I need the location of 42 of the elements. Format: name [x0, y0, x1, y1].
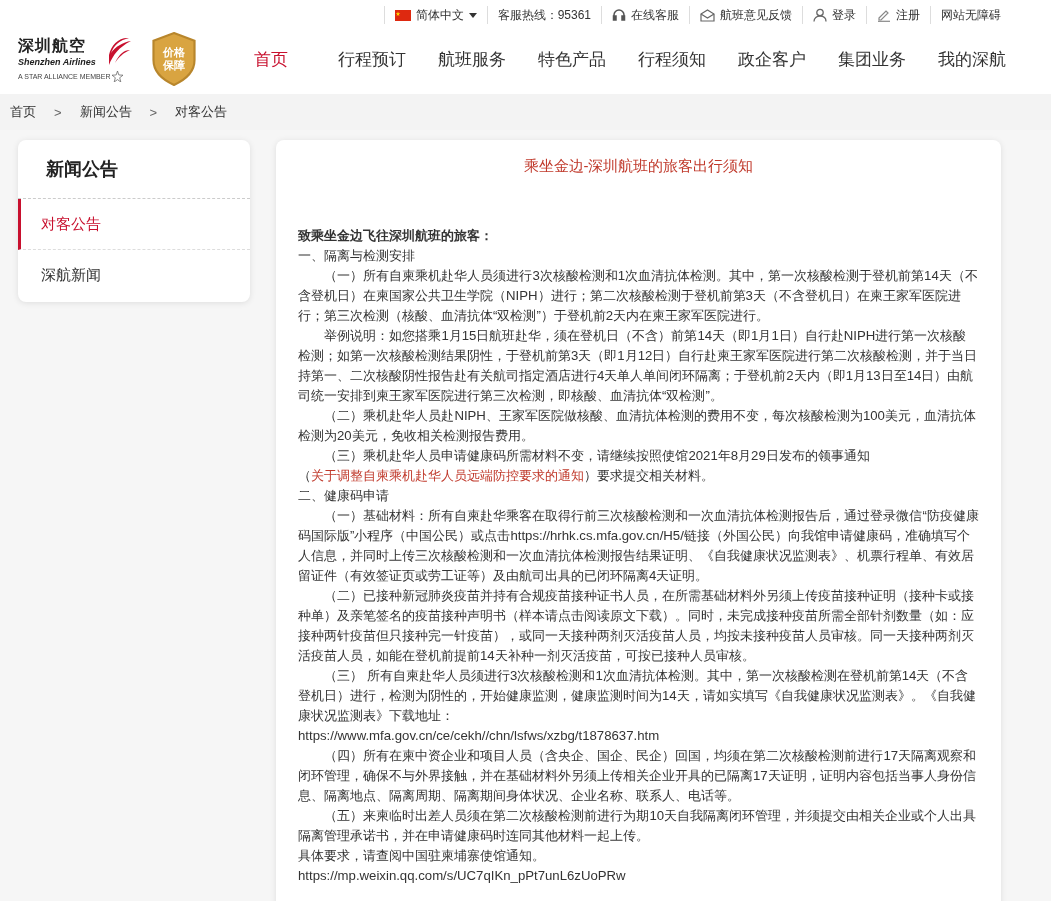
nav-tab[interactable]: 航班服务	[438, 47, 538, 71]
breadcrumb-link[interactable]: 对客公告	[175, 103, 228, 121]
caret-icon	[468, 12, 477, 18]
article-title: 乘坐金边-深圳航班的旅客出行须知	[522, 156, 755, 176]
article-paragraph: （二）已接种新冠肺炎疫苗并持有合规疫苗接种证书人员，在所需基础材料外另须上传疫苗接种证明（接种卡或接种单）及亲笔签名的疫苗接种声明书（样本请点击阅读原文下载）。同时，未完成接种疫苗所需全部针剂数量（如：应接种两针疫苗但只接种完一针疫苗），或同一天接种两剂灭活疫苗人员，均按未接种疫苗人员审核。同一天接种两剂灭活疫苗人员，如能在登机前提前14天补种一剂灭活疫苗，可按已接种人员审核。	[298, 587, 976, 665]
user-icon	[813, 8, 827, 22]
notice-link[interactable]: 关于调整自柬乘机赴华人员远端防控要求的通知	[311, 468, 584, 483]
nav-tab[interactable]: 我的深航	[938, 47, 1038, 71]
nav-tab[interactable]: 首页	[254, 47, 338, 71]
nav-tab[interactable]: 政企客户	[738, 47, 838, 71]
article-paragraph: 举例说明：如您搭乘1月15日航班赴华，须在登机日（不含）前第14天（即1月1日）自行赴NIPH进行第一次核酸检测；如第一次核酸检测结果阴性，于登机前第3天（即1月12日）自行赴柬王家军医院进行第二次核酸检测，并于当日持第一、二次核酸阴性报告赴有关航司指定酒店进行4天单人单间闭环隔离；于登机前2天内（即1月13日至14日）由航司统一安排到柬王家军医院进行第三次检测，即核酸、血清抗体“双检测”。	[298, 327, 979, 405]
article-paragraph: （五）来柬临时出差人员须在第二次核酸检测前进行为期10天自我隔离闭环管理，并须提交由相关企业或个人出具隔离管理承诺书，并在申请健康码时连同其他材料一起上传。	[298, 807, 978, 845]
nav-tab[interactable]: 行程预订	[338, 47, 438, 71]
mail-icon	[700, 8, 715, 22]
star-icon	[112, 71, 124, 82]
logo-text: 深圳航空	[18, 36, 87, 56]
section-heading: 一、隔离与检测安排	[298, 247, 416, 265]
article-paragraph: https://www.mfa.gov.cn/ce/cekh//chn/lsfws/xzbg/t1878637.htm	[298, 727, 661, 745]
breadcrumb-separator: >	[54, 104, 62, 120]
breadcrumb-link[interactable]: 首页	[10, 103, 36, 121]
nav-tab[interactable]: 特色产品	[538, 47, 638, 71]
article-paragraph: （二）乘机赴华人员赴NIPH、王家军医院做核酸、血清抗体检测的费用不变，每次核酸检测为100美元，血清抗体检测为20美元，免收相关检测报告费用。	[298, 407, 977, 445]
china-flag-icon	[394, 9, 411, 21]
section-heading: 二、健康码申请	[298, 487, 390, 505]
breadcrumb-separator: >	[149, 104, 158, 120]
logo-text: Shenzhen Airlines	[18, 57, 97, 67]
greeting-text: 致乘坐金边飞往深圳航班的旅客：	[298, 227, 494, 245]
article-paragraph: 具体要求，请查阅中国驻柬埔寨使馆通知。	[298, 847, 546, 865]
headset-icon	[612, 8, 626, 22]
article-paragraph: （一）所有自柬乘机赴华人员须进行3次核酸检测和1次血清抗体检测。其中，第一次核酸检测于登机前第14天（不含登机日）在柬国家公共卫生学院（NIPH）进行；第二次核酸检测于登机前第3天（不含登机日）在柬王家军医院进行；第三次检测（核酸、血清抗体“双检测”）于登机前2天内在柬王家军医院进行。	[298, 267, 979, 325]
sidebar-item[interactable]: 对客公告	[18, 199, 250, 250]
breadcrumb-link[interactable]: 新闻公告	[79, 103, 132, 121]
article-paragraph: （四）所有在柬中资企业和项目人员（含央企、国企、民企）回国，均须在第二次核酸检测前进行17天隔离观察和闭环管理，确保不与外界接触，并在基础材料外另须上传相关企业开具的已隔离17天证明，证明内容包括当事人身份信息、隔离地点、隔离周期、隔离期间身体状况、企业名称、联系人、电话等。	[298, 747, 978, 805]
article-paragraph: https://mp.weixin.qq.com/s/UC7qIKn_pPt7unL6zUoPRw	[298, 867, 627, 885]
article-paragraph: （三）乘机赴华人员申请健康码所需材料不变，请继续按照使馆2021年8月29日发布的领事通知（关于调整自柬乘机赴华人员远端防控要求的通知）要求提交相关材料。	[298, 447, 871, 485]
sidebar-title: 新闻公告	[18, 140, 250, 199]
sidebar-item[interactable]: 深航新闻	[18, 250, 250, 300]
price-guarantee-badge: 价格 保障	[151, 32, 197, 86]
article-paragraph: （一）基础材料：所有自柬赴华乘客在取得行前三次核酸检测和一次血清抗体检测报告后，通过登录微信“防疫健康码国际版”小程序（中国公民）或点击https://hrhk.cs.mfa.gov.cn/H5/链接（外国公民）向我馆申请健康码，准确填写个人信息，并同时上传三次核酸检测和一次血清抗体检测报告结果证明、《自我健康状况监测表》、机票行程单、有效居留证件（有效签证页或劳工证等）及由航司出具的已闭环隔离4天证明。	[298, 507, 979, 585]
pencil-icon	[877, 8, 891, 22]
nav-tab[interactable]: 行程须知	[638, 47, 738, 71]
nav-tab[interactable]: 集团业务	[838, 47, 938, 71]
